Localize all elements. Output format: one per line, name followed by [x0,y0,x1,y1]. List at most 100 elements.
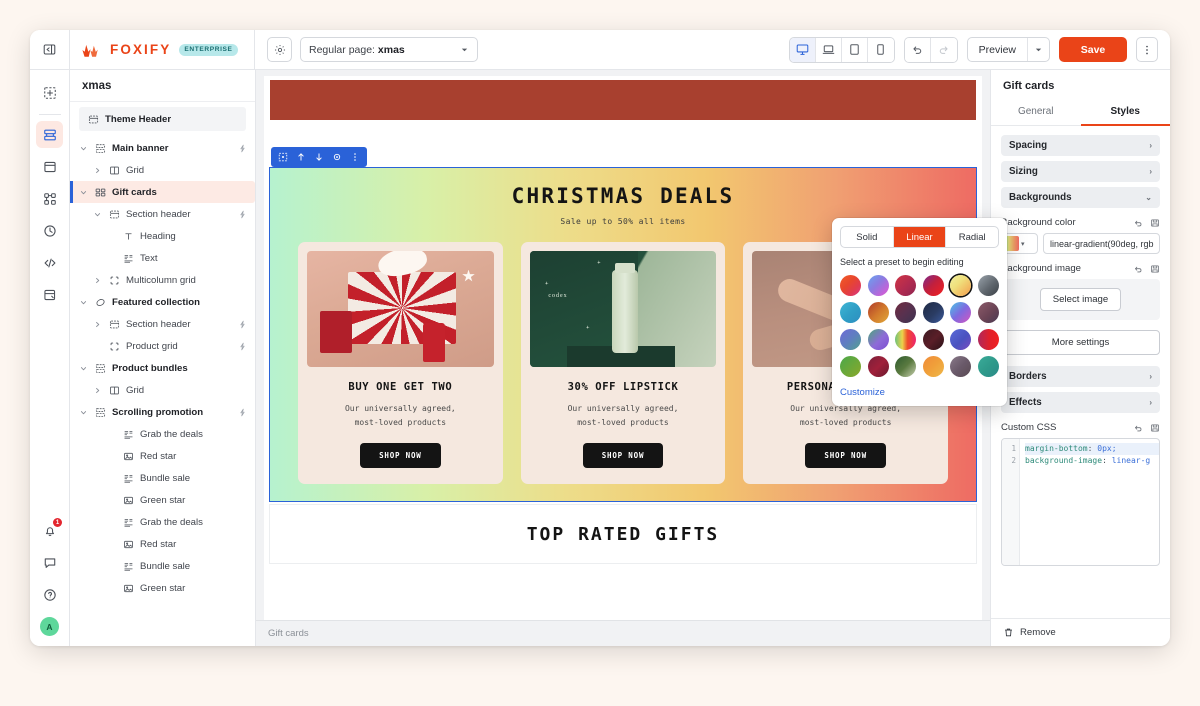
preview-dropdown-toggle[interactable] [1027,38,1049,61]
rail-components[interactable] [36,185,63,212]
arrow-down-icon[interactable] [311,149,327,165]
color-value-input[interactable]: linear-gradient(90deg, rgb [1043,233,1160,254]
rail-help[interactable] [36,581,63,608]
chevron-down-icon[interactable] [92,211,103,218]
layers-tree[interactable]: Theme Header Main banner Grid Gift cards Se… [70,102,255,646]
gradient-preset-15[interactable] [895,329,917,350]
gradient-tab-solid[interactable]: Solid [841,227,894,247]
tree-item-bundle-sale[interactable]: Bundle sale [70,555,255,577]
rail-layers[interactable] [36,121,63,148]
tree-item-gift-cards[interactable]: Gift cards [70,181,255,203]
gradient-preset-22[interactable] [922,356,944,377]
gradient-preset-19[interactable] [840,356,862,377]
accordion-sizing[interactable]: Sizing › [1001,161,1160,182]
gradient-preset-16[interactable] [922,329,944,350]
shop-now-button[interactable]: SHOP NOW [805,443,886,468]
gradient-preset-21[interactable] [895,356,917,377]
gift-card-item[interactable]: codex 30% OFF LIPSTICK Our universally a… [520,242,726,484]
rail-add-section[interactable] [36,79,63,106]
move-target-icon[interactable] [275,149,291,165]
reset-arrow-icon[interactable] [1133,423,1143,433]
reset-arrow-icon[interactable] [1133,218,1143,228]
save-button[interactable]: Save [1059,37,1127,62]
gradient-preset-3[interactable] [895,275,917,296]
tree-item-green-star[interactable]: Green star [70,577,255,599]
lightning-icon[interactable] [238,320,247,329]
page-selector[interactable]: Regular page: xmas [300,37,478,62]
chevron-down-icon[interactable] [78,299,89,306]
eye-icon[interactable] [329,149,345,165]
gradient-preset-12[interactable] [977,302,999,323]
tree-item-text[interactable]: Text [70,247,255,269]
shop-now-button[interactable]: SHOP NOW [582,443,664,468]
remove-section-button[interactable]: Remove [991,618,1170,646]
tree-item-green-star[interactable]: Green star [70,489,255,511]
sidebar-collapse-button[interactable] [30,30,70,70]
shop-now-button[interactable]: SHOP NOW [360,443,441,468]
save-disk-icon[interactable] [1150,218,1160,228]
undo-button[interactable] [904,37,931,62]
accordion-backgrounds[interactable]: Backgrounds ⌄ [1001,187,1160,208]
gradient-preset-14[interactable] [867,329,889,350]
accordion-spacing[interactable]: Spacing › [1001,135,1160,156]
chevron-down-icon[interactable] [78,409,89,416]
tree-item-scrolling-promotion[interactable]: Scrolling promotion [70,401,255,423]
rail-templates[interactable] [36,153,63,180]
rail-feedback[interactable] [36,549,63,576]
tree-item-grid[interactable]: Grid [70,159,255,181]
gradient-preset-10[interactable] [922,302,944,323]
lightning-icon[interactable] [238,408,247,417]
chevron-right-icon[interactable] [92,387,103,394]
device-laptop-button[interactable] [815,37,842,62]
chevron-right-icon[interactable] [92,277,103,284]
rail-code[interactable] [36,249,63,276]
tree-item-red-star[interactable]: Red star [70,445,255,467]
gradient-preset-9[interactable] [895,302,917,323]
gradient-preset-24[interactable] [977,356,999,377]
tree-item-product-bundles[interactable]: Product bundles [70,357,255,379]
tree-item-heading[interactable]: Heading [70,225,255,247]
brand-logo[interactable]: FOXIFY ENTERPRISE [70,30,255,70]
redo-button[interactable] [930,37,957,62]
tree-item-section-header[interactable]: Section header [70,313,255,335]
vertical-dots-icon[interactable] [347,149,363,165]
tree-item-theme-header[interactable]: Theme Header [79,107,246,131]
page-settings-button[interactable] [267,37,292,62]
save-disk-icon[interactable] [1150,264,1160,274]
featured-collection-section[interactable]: TOP RATED GIFTS [269,504,977,564]
gradient-tab-linear[interactable]: Linear [893,227,947,247]
tree-item-multicolumn-grid[interactable]: Multicolumn grid [70,269,255,291]
tree-item-product-grid[interactable]: Product grid [70,335,255,357]
gradient-preset-23[interactable] [950,356,972,377]
device-desktop-button[interactable] [789,37,816,62]
theme-header-preview[interactable] [270,80,976,120]
lightning-icon[interactable] [238,342,247,351]
gradient-preset-17[interactable] [950,329,972,350]
accordion-effects[interactable]: Effects › [1001,392,1160,413]
gradient-preset-20[interactable] [867,356,889,377]
tab-styles[interactable]: Styles [1080,100,1170,126]
lightning-icon[interactable] [238,144,247,153]
gradient-preset-1[interactable] [840,275,862,296]
tree-item-bundle-sale[interactable]: Bundle sale [70,467,255,489]
gradient-tab-radial[interactable]: Radial [946,227,998,247]
rail-notifications[interactable]: 1 [36,517,63,544]
device-mobile-button[interactable] [867,37,894,62]
gradient-preset-7[interactable] [840,302,862,323]
more-settings-button[interactable]: More settings [1001,330,1160,355]
rail-integrations[interactable] [36,281,63,308]
gradient-preset-2[interactable] [867,275,889,296]
save-disk-icon[interactable] [1150,423,1160,433]
preview-button[interactable]: Preview [966,37,1050,62]
tree-item-featured-collection[interactable]: Featured collection [70,291,255,313]
background-image-dropzone[interactable]: Select image [1001,279,1160,320]
gradient-preset-4[interactable] [922,275,944,296]
tree-item-main-banner[interactable]: Main banner [70,137,255,159]
avatar[interactable]: A [40,617,59,636]
chevron-down-icon[interactable] [78,189,89,196]
arrow-up-icon[interactable] [293,149,309,165]
chevron-right-icon[interactable] [92,321,103,328]
rail-history[interactable] [36,217,63,244]
gradient-preset-11[interactable] [950,302,972,323]
gradient-preset-5[interactable] [950,275,972,296]
